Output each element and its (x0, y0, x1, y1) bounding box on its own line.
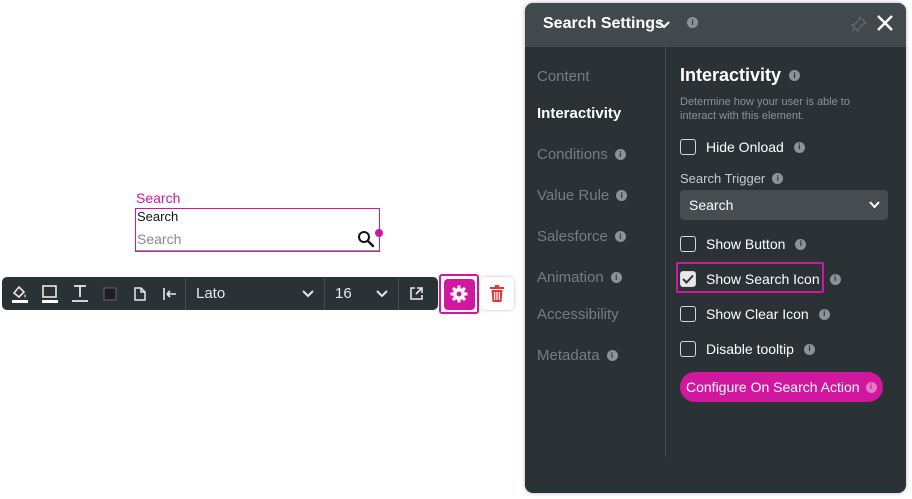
disable-tooltip-option[interactable]: Disable tooltip i (680, 341, 815, 357)
settings-button[interactable] (439, 274, 479, 314)
option-label: Disable tooltip (706, 341, 794, 357)
border-color-icon[interactable] (35, 277, 65, 310)
nav-item-animation[interactable]: Animation i (537, 269, 622, 286)
info-icon: i (687, 17, 698, 28)
show-clear-icon-option[interactable]: Show Clear Icon i (680, 306, 830, 322)
chevron-down-icon (302, 289, 314, 297)
section-title-text: Interactivity (680, 65, 782, 85)
option-label: Show Clear Icon (706, 306, 809, 322)
background-icon[interactable] (95, 277, 125, 310)
nav-item-label: Interactivity (537, 105, 622, 122)
action-button-label: Configure On Search Action (686, 379, 860, 395)
pin-icon[interactable] (851, 16, 867, 32)
info-icon: i (614, 231, 626, 242)
nav-item-accessibility[interactable]: Accessibility (537, 306, 619, 323)
search-element[interactable]: Search Search (135, 208, 380, 252)
highlight-box (676, 262, 824, 293)
show-button-option[interactable]: Show Button i (680, 236, 807, 252)
search-field-title: Search (137, 209, 179, 224)
font-size-select[interactable]: 16 (325, 277, 398, 310)
nav-item-value-rule[interactable]: Value Rule i (537, 187, 628, 204)
hide-onload-checkbox[interactable] (680, 139, 696, 155)
nav-item-label: Content (537, 68, 590, 85)
settings-nav: Content Interactivity Conditions i Value … (525, 47, 665, 457)
info-icon: i (610, 272, 622, 283)
resize-handle[interactable] (375, 229, 383, 237)
panel-title: Search Settings (543, 15, 664, 32)
chevron-down-icon (869, 201, 880, 209)
panel-divider (665, 47, 666, 457)
info-icon: i (795, 238, 807, 250)
panel-header: Search Settings i (525, 3, 906, 47)
font-size-value: 16 (335, 285, 352, 302)
info-icon: i (616, 190, 628, 201)
nav-item-label: Animation (537, 269, 604, 286)
info-icon: i (829, 273, 841, 285)
delete-button[interactable] (480, 277, 514, 310)
nav-item-label: Metadata (537, 347, 600, 364)
info-icon: i (793, 141, 805, 153)
search-icon[interactable] (357, 230, 375, 248)
fill-color-icon[interactable] (5, 277, 35, 310)
hide-onload-option[interactable]: Hide Onload i (680, 139, 805, 155)
info-icon: i (772, 173, 784, 184)
nav-item-interactivity[interactable]: Interactivity (537, 105, 621, 122)
copy-style-icon[interactable] (125, 277, 155, 310)
info-icon: i (818, 308, 830, 320)
search-trigger-select[interactable]: Search (680, 190, 888, 220)
external-link-icon[interactable] (399, 277, 433, 310)
option-label: Hide Onload (706, 139, 784, 155)
option-label: Show Button (706, 236, 786, 252)
info-icon: i (606, 350, 618, 361)
chevron-down-icon[interactable] (658, 16, 670, 34)
nav-item-label: Conditions (537, 146, 608, 163)
search-trigger-label: Search Trigger i (680, 171, 784, 186)
section-title: Interactivity i (680, 65, 801, 86)
close-icon[interactable] (876, 14, 894, 32)
nav-item-conditions[interactable]: Conditions i (537, 146, 626, 163)
select-value: Search (689, 197, 734, 213)
disable-tooltip-checkbox[interactable] (680, 341, 696, 357)
field-label-text: Search Trigger (680, 171, 766, 186)
settings-panel: Search Settings i Content Interactivity … (525, 3, 906, 493)
font-select[interactable]: Lato (186, 277, 324, 310)
configure-on-search-action-button[interactable]: Configure On Search Action i (680, 372, 883, 402)
nav-item-content[interactable]: Content (537, 68, 590, 85)
align-left-icon[interactable] (155, 277, 185, 310)
info-icon: i (789, 70, 801, 81)
font-value: Lato (196, 285, 226, 302)
search-placeholder: Search (137, 231, 182, 247)
nav-item-label: Salesforce (537, 228, 608, 245)
info-icon: i (803, 343, 815, 355)
show-button-checkbox[interactable] (680, 236, 696, 252)
nav-item-salesforce[interactable]: Salesforce i (537, 228, 626, 245)
section-description: Determine how your user is able to inter… (680, 96, 850, 122)
info-icon: i (614, 149, 626, 160)
trash-icon (490, 285, 504, 302)
chevron-down-icon (376, 289, 388, 297)
nav-item-metadata[interactable]: Metadata i (537, 347, 618, 364)
text-color-icon[interactable] (65, 277, 95, 310)
info-icon: i (865, 381, 877, 393)
show-clear-icon-checkbox[interactable] (680, 306, 696, 322)
search-input[interactable]: Search (136, 229, 379, 251)
format-toolbar: Lato 16 (2, 277, 438, 310)
nav-item-label: Value Rule (537, 187, 610, 204)
gear-icon (450, 285, 468, 303)
nav-item-label: Accessibility (537, 306, 619, 323)
element-label: Search (136, 190, 181, 206)
